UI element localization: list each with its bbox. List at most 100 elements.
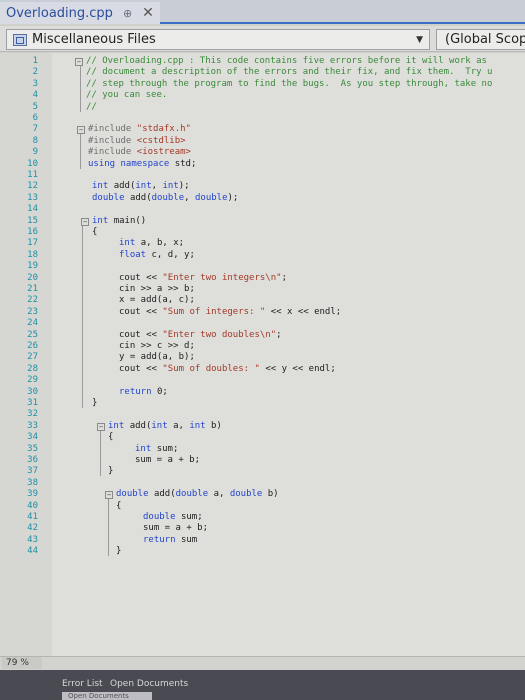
code-line[interactable]: 33− int add(int a, int b) [0, 421, 525, 432]
chevron-down-icon[interactable]: ▼ [416, 35, 423, 45]
code-line[interactable]: 34 { [0, 432, 525, 443]
code-line[interactable]: 26 cin >> c >> d; [0, 341, 525, 352]
line-number: 9 [32, 147, 38, 158]
code-text: double add(double a, double b) [116, 489, 279, 500]
close-icon[interactable]: ✕ [142, 5, 154, 21]
code-token: sum = a + b; [143, 523, 209, 534]
code-text: cout << "Sum of integers: " << x << endl… [119, 307, 341, 318]
code-token: #include [88, 147, 137, 158]
line-number: 35 [27, 443, 38, 454]
code-token: , [184, 192, 195, 203]
code-token: "Enter two integers\n" [162, 272, 282, 283]
project-dropdown[interactable]: Miscellaneous Files ▼ [6, 29, 430, 50]
line-number: 37 [27, 466, 38, 477]
code-line[interactable]: 23 cout << "Sum of integers: " << x << en… [0, 307, 525, 318]
project-label: Miscellaneous Files [32, 32, 156, 47]
tab-open-documents[interactable]: Open Documents [110, 679, 188, 689]
code-token: "Enter two doubles\n" [162, 329, 277, 340]
code-line[interactable]: 41 double sum; [0, 512, 525, 523]
code-line[interactable]: 29 [0, 375, 525, 386]
collapse-region-icon[interactable]: − [97, 422, 105, 431]
code-line[interactable]: 39− double add(double a, double b) [0, 489, 525, 500]
code-line[interactable]: 7 − #include "stdafx.h" [0, 124, 525, 135]
code-token: c, d, y; [151, 249, 195, 260]
line-number: 1 [32, 56, 38, 66]
code-line[interactable]: 8 #include <cstdlib> [0, 136, 525, 147]
collapse-region-icon[interactable]: − [105, 491, 113, 500]
code-token: cin >> c >> d; [119, 341, 195, 351]
tab-overloading-cpp[interactable]: Overloading.cpp ⊕ ✕ [0, 2, 160, 24]
code-line[interactable]: 27 y = add(a, b); [0, 352, 525, 363]
code-text: x = add(a, c); [119, 295, 195, 306]
code-text: y = add(a, b); [119, 352, 195, 363]
code-text: double sum; [143, 512, 203, 523]
code-line[interactable]: 11 [0, 170, 525, 181]
code-text: // [86, 102, 97, 113]
code-token: double [116, 489, 154, 500]
open-documents-subtab[interactable]: Open Documents [62, 692, 152, 700]
line-number: 8 [32, 135, 38, 146]
line-number: 29 [27, 375, 38, 386]
code-line[interactable]: 16 { [0, 227, 525, 238]
tab-error-list[interactable]: Error List [62, 679, 103, 689]
code-line[interactable]: 10 using namespace std; [0, 159, 525, 170]
code-line[interactable]: 38 [0, 478, 525, 489]
code-line[interactable]: 13 double add(double, double); [0, 193, 525, 204]
code-text: sum = a + b; [135, 455, 200, 466]
code-line[interactable]: 15 − int main() [0, 216, 525, 227]
code-token: add( [129, 420, 152, 431]
code-line[interactable]: 44} [0, 546, 525, 557]
code-line[interactable]: 22 x = add(a, c); [0, 295, 525, 306]
code-token: // you can see. [86, 90, 168, 101]
code-line[interactable]: 14 [0, 204, 525, 215]
line-number: 26 [27, 341, 38, 351]
code-editor[interactable]: 1−// Overloading.cpp : This code contain… [0, 53, 525, 656]
line-number: 24 [27, 318, 38, 329]
code-line[interactable]: 30 return 0; [0, 387, 525, 398]
code-line[interactable]: 37} [0, 466, 525, 477]
code-text: #include "stdafx.h" [88, 124, 191, 135]
code-line[interactable]: 25 cout << "Enter two doubles\n"; [0, 330, 525, 341]
code-text: // Overloading.cpp : This code contains … [86, 56, 487, 67]
code-line[interactable]: 18 float c, d, y; [0, 250, 525, 261]
code-line[interactable]: 31} [0, 398, 525, 409]
collapse-region-icon[interactable]: − [81, 217, 89, 226]
code-line[interactable]: 42 sum = a + b; [0, 523, 525, 534]
code-line[interactable]: 3 // step through the program to find the… [0, 79, 525, 90]
code-token: float [119, 249, 152, 260]
code-line[interactable]: 5 // [0, 102, 525, 113]
code-token: a, [173, 420, 190, 431]
code-line[interactable]: 17 int a, b, x; [0, 238, 525, 249]
pin-icon[interactable]: ⊕ [123, 7, 132, 20]
code-line[interactable]: 1 −// Overloading.cpp : This code contain… [0, 56, 525, 67]
line-number: 14 [27, 204, 38, 215]
collapse-region-icon[interactable]: − [75, 58, 83, 66]
collapse-region-icon[interactable]: − [77, 126, 85, 135]
code-token: int [151, 420, 174, 431]
line-number: 18 [27, 249, 38, 260]
code-line[interactable]: 40 { [0, 501, 525, 512]
code-text: int sum; [135, 444, 178, 455]
code-line[interactable]: 36 sum = a + b; [0, 455, 525, 466]
code-line[interactable]: 4 // you can see. [0, 90, 525, 101]
zoom-level[interactable]: 79 % [2, 657, 42, 669]
code-token: sum [180, 534, 198, 545]
code-line[interactable]: 19 [0, 261, 525, 272]
code-line[interactable]: 32 [0, 409, 525, 420]
code-line[interactable]: 9 #include <iostream> [0, 147, 525, 158]
code-line[interactable]: 28 cout << "Sum of doubles: " << y << end… [0, 364, 525, 375]
code-line[interactable]: 2 // document a description of the errors… [0, 67, 525, 78]
code-line[interactable]: 6 [0, 113, 525, 124]
code-line[interactable]: 20 cout << "Enter two integers\n"; [0, 273, 525, 284]
code-line[interactable]: 24 [0, 318, 525, 329]
code-line[interactable]: 12 int add(int, int); [0, 181, 525, 192]
fold-guide-line [80, 66, 81, 112]
code-text: int add(int, int); [92, 181, 190, 192]
line-number: 21 [27, 284, 38, 294]
code-line[interactable]: 35 int sum; [0, 444, 525, 455]
code-line[interactable]: 43 return sum [0, 535, 525, 546]
line-number: 2 [32, 67, 38, 78]
code-token: ; [276, 329, 282, 340]
scope-dropdown[interactable]: (Global Scope [436, 29, 525, 50]
code-line[interactable]: 21 cin >> a >> b; [0, 284, 525, 295]
